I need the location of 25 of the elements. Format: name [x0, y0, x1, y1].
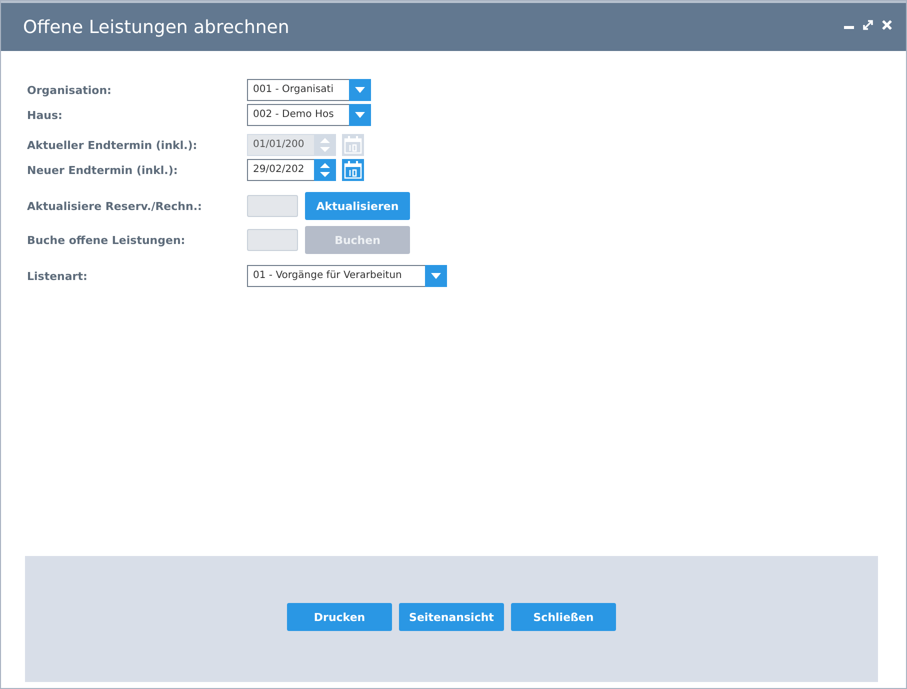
dropdown-caret-icon — [355, 112, 365, 118]
field-label: Neuer Endtermin (inkl.): — [27, 164, 179, 176]
spinner-icon[interactable] — [320, 162, 330, 178]
maximize-icon[interactable] — [863, 20, 873, 30]
field-label: Listenart: — [27, 270, 88, 282]
dropdown-caret-icon — [355, 87, 365, 93]
dropdown-caret-icon — [431, 273, 441, 279]
status-field — [247, 195, 298, 217]
footer-button[interactable]: Schließen — [511, 603, 616, 631]
dropdown-field[interactable]: 002 - Demo Hos — [247, 104, 371, 126]
field-label: Haus: — [27, 108, 64, 122]
date-field[interactable]: 29/02/202 — [247, 159, 336, 181]
window-title: Offene Leistungen abrechnen — [23, 16, 290, 38]
dropdown-field[interactable]: 01 - Vorgänge für Verarbeitun — [247, 265, 447, 287]
action-button[interactable]: Aktualisieren — [305, 192, 410, 220]
field-label: Aktueller Endtermin (inkl.): — [27, 138, 198, 152]
field-label: Buche offene Leistungen: — [27, 234, 186, 246]
dropdown-field[interactable]: 001 - Organisati — [247, 79, 371, 101]
field-label: Organisation: — [27, 84, 112, 96]
field-label: Aktualisiere Reserv./Rechn.: — [27, 200, 203, 212]
close-icon[interactable] — [882, 20, 892, 30]
calendar-icon[interactable] — [342, 159, 364, 181]
status-field — [247, 229, 298, 251]
footer-button[interactable]: Drucken — [287, 603, 392, 631]
footer-button[interactable]: Seitenansicht — [399, 603, 504, 631]
